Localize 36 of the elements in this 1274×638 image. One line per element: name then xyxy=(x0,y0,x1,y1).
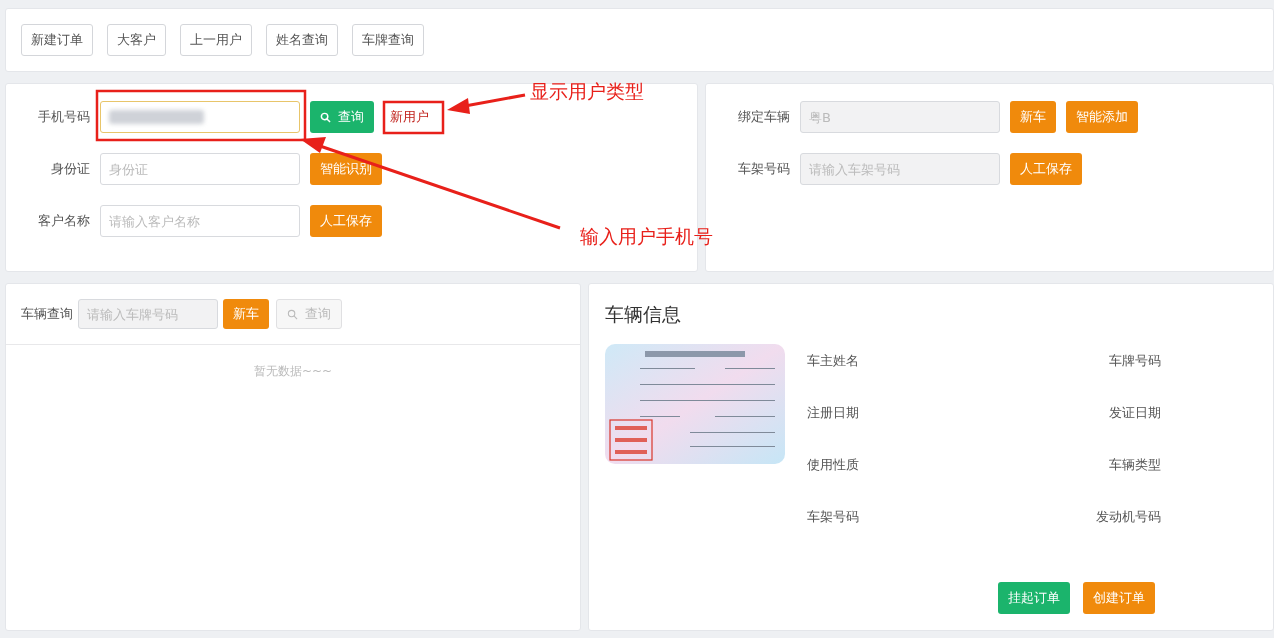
annotation-text: 显示用户类型 xyxy=(530,79,644,104)
field-label: 车辆查询 xyxy=(21,305,73,323)
field-label: 使用性质 xyxy=(807,456,860,474)
search-icon xyxy=(320,111,331,123)
form-button[interactable]: 查询 xyxy=(310,101,374,133)
field-label: 车架号码 xyxy=(807,508,860,526)
form-button[interactable]: 人工保存 xyxy=(310,205,382,237)
form-button[interactable]: 智能识别 xyxy=(310,153,382,185)
field-label: 发动机号码 xyxy=(1095,508,1161,526)
field-label: 绑定车辆 xyxy=(737,108,790,126)
field-label: 发证日期 xyxy=(1108,404,1161,422)
toolbar-button[interactable]: 姓名查询 xyxy=(266,24,338,56)
order-button[interactable]: 创建订单 xyxy=(1083,582,1155,614)
search-icon xyxy=(287,308,298,320)
highlight-box xyxy=(382,100,445,135)
input-field[interactable]: 身份证 xyxy=(100,153,300,185)
new-car-button[interactable]: 新车 xyxy=(223,299,269,329)
field-label: 车架号码 xyxy=(737,160,790,178)
field-label: 身份证 xyxy=(50,160,90,178)
section-title: 车辆信息 xyxy=(605,302,682,327)
annotation-text: 输入用户手机号 xyxy=(580,224,713,249)
toolbar-button[interactable]: 上一用户 xyxy=(180,24,252,56)
field-label: 车辆类型 xyxy=(1108,456,1161,474)
toolbar-button[interactable]: 新建订单 xyxy=(21,24,93,56)
input-field[interactable]: 请输入客户名称 xyxy=(100,205,300,237)
field-label: 车主姓名 xyxy=(807,352,860,370)
field-label: 注册日期 xyxy=(807,404,860,422)
user-type-label: 新用户 xyxy=(390,108,429,126)
empty-message: 暂无数据~~~ xyxy=(253,363,333,380)
field-label: 客户名称 xyxy=(37,212,90,230)
order-button[interactable]: 挂起订单 xyxy=(998,582,1070,614)
phone-field[interactable] xyxy=(100,101,300,133)
toolbar-button[interactable]: 大客户 xyxy=(107,24,166,56)
field-label: 手机号码 xyxy=(37,108,90,126)
field-label: 车牌号码 xyxy=(1108,352,1161,370)
toolbar-button[interactable]: 车牌查询 xyxy=(352,24,424,56)
